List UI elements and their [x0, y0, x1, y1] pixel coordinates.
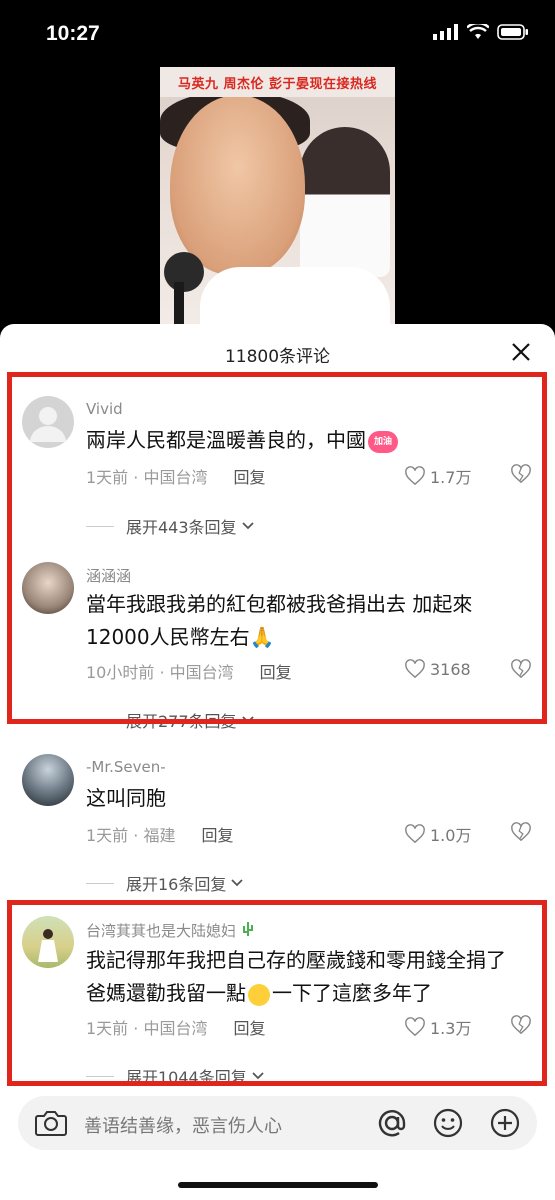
pray-emoji-icon: 🙏 [249, 625, 275, 649]
comment-input-bar[interactable]: 善语结善缘，恶言伤人心 [18, 1096, 537, 1150]
chevron-down-icon [241, 522, 254, 530]
like-button[interactable]: 3168 [404, 659, 471, 679]
video-face [170, 95, 305, 275]
comment-text: 當年我跟我弟的紅包都被我爸捐出去 加起來12000人民幣左右🙏 [86, 588, 515, 654]
microphone-image [164, 252, 204, 292]
divider-line [86, 882, 114, 884]
avatar[interactable] [22, 562, 74, 614]
default-avatar-icon [30, 407, 66, 442]
comment-input[interactable]: 善语结善缘，恶言伤人心 [84, 1112, 282, 1138]
close-icon[interactable] [509, 340, 533, 364]
wifi-icon [467, 24, 489, 39]
comment-meta: 10小时前 · 中国台湾 回复 [86, 659, 292, 683]
comment-text-part2: 一下了這麼多年了 [272, 981, 432, 1005]
expand-replies-label: 展开16条回复 [126, 875, 227, 894]
divider-line [86, 525, 114, 527]
broken-heart-icon[interactable] [510, 659, 532, 679]
emoji-icon[interactable] [432, 1107, 464, 1139]
broken-heart-icon[interactable] [510, 1015, 532, 1035]
chevron-down-icon [231, 879, 244, 887]
broken-heart-icon[interactable] [510, 822, 532, 842]
like-count: 3168 [430, 659, 471, 679]
comment-text: 我記得那年我把自己存的壓歲錢和零用錢全捐了 爸媽還勸我留一點 一下了這麼多年了 [86, 944, 525, 1010]
comment-text-content: 當年我跟我弟的紅包都被我爸捐出去 加起來12000人民幣左右 [86, 592, 473, 649]
heart-icon [405, 1017, 425, 1037]
like-button[interactable]: 1.3万 [404, 1015, 471, 1039]
avatar[interactable] [22, 754, 74, 806]
comment-username[interactable]: 台湾萁萁也是大陆媳妇 [86, 920, 255, 941]
like-button[interactable]: 1.0万 [404, 822, 471, 846]
camera-icon[interactable] [34, 1108, 68, 1138]
avatar[interactable] [22, 396, 74, 448]
divider-line [86, 719, 114, 721]
comment-text: 这叫同胞 [86, 786, 166, 810]
sheet-header: 11800条评论 [0, 324, 555, 382]
expand-replies-label: 展开277条回复 [126, 712, 237, 731]
signal-icon [433, 24, 458, 40]
comment-meta: 1天前 · 福建 回复 [86, 822, 233, 846]
home-indicator [178, 1182, 378, 1188]
comment-meta: 1天前 · 中国台湾 回复 [86, 464, 265, 488]
expand-replies-button[interactable]: 展开443条回复 [86, 514, 255, 538]
heart-icon [405, 466, 425, 486]
reply-button[interactable]: 回复 [201, 822, 233, 846]
status-icons [433, 24, 529, 40]
reply-button[interactable]: 回复 [233, 464, 265, 488]
smile-emoji-icon [248, 983, 270, 1006]
broken-heart-icon[interactable] [510, 464, 532, 484]
comment-username[interactable]: 涵涵涵 [86, 565, 131, 586]
like-count: 1.0万 [430, 826, 472, 845]
comment-text-content: 兩岸人民都是溫暖善良的，中國 [86, 428, 366, 452]
video-player[interactable]: 马英九 周杰伦 彭于晏现在接热线 [160, 67, 395, 325]
comment-meta: 1天前 · 中国台湾 回复 [86, 1015, 265, 1039]
chevron-down-icon [252, 1072, 264, 1080]
avatar[interactable] [22, 916, 74, 968]
comment-username[interactable]: -Mr.Seven- [86, 758, 166, 776]
video-background-person [300, 127, 390, 277]
battery-icon [497, 24, 528, 40]
comment-text: 兩岸人民都是溫暖善良的，中國 加油 [86, 424, 515, 457]
expand-replies-label: 展开1044条回复 [126, 1068, 247, 1087]
reply-button[interactable]: 回复 [233, 1015, 265, 1039]
status-time: 10:27 [46, 22, 100, 45]
avatar-figure [38, 929, 58, 962]
comment-time-location: 10小时前 · 中国台湾 [86, 663, 234, 682]
comment-time-location: 1天前 · 中国台湾 [86, 468, 208, 487]
reply-button[interactable]: 回复 [260, 659, 292, 683]
heart-icon [405, 824, 425, 844]
video-banner: 马英九 周杰伦 彭于晏现在接热线 [160, 67, 395, 97]
video-shirt [200, 267, 390, 325]
comment-time-location: 1天前 · 福建 [86, 826, 176, 845]
like-count: 1.3万 [430, 1019, 472, 1038]
chevron-down-icon [241, 716, 254, 724]
comment-username[interactable]: Vivid [86, 400, 123, 418]
expand-replies-button[interactable]: 展开1044条回复 [86, 1064, 265, 1088]
heart-icon [405, 659, 425, 679]
cactus-icon [242, 922, 253, 936]
status-bar: 10:27 [0, 0, 555, 70]
expand-replies-label: 展开443条回复 [126, 518, 237, 537]
comment-time-location: 1天前 · 中国台湾 [86, 1019, 208, 1038]
comment-count-title: 11800条评论 [224, 347, 331, 367]
expand-replies-button[interactable]: 展开16条回复 [86, 871, 244, 895]
mention-icon[interactable] [376, 1107, 408, 1139]
video-banner-text: 马英九 周杰伦 彭于晏现在接热线 [177, 76, 378, 92]
microphone-handle [174, 282, 184, 325]
jiayou-sticker-icon: 加油 [368, 430, 398, 453]
like-button[interactable]: 1.7万 [404, 464, 471, 488]
add-icon[interactable] [489, 1107, 521, 1139]
like-count: 1.7万 [430, 468, 472, 487]
expand-replies-button[interactable]: 展开277条回复 [86, 708, 255, 732]
divider-line [86, 1075, 114, 1077]
comment-username-text: 台湾萁萁也是大陆媳妇 [86, 922, 237, 940]
